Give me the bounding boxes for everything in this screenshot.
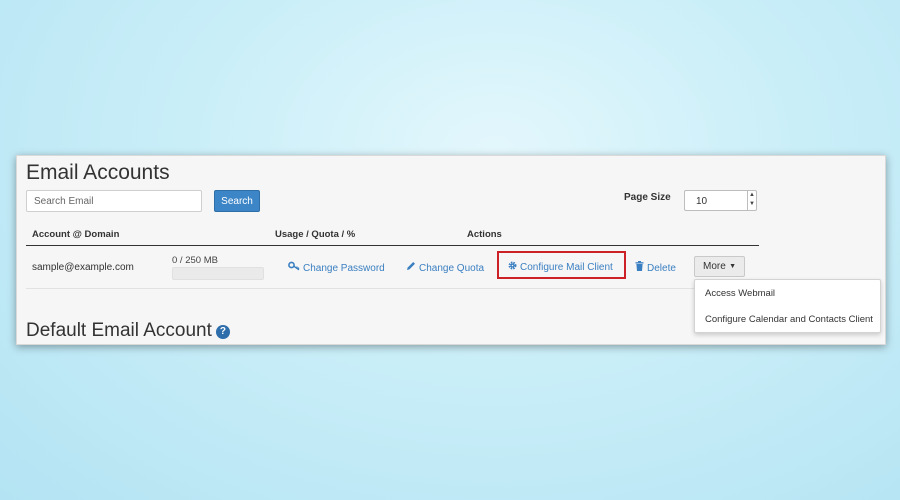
quota-progress-bar (172, 267, 264, 280)
more-dropdown-menu: Access Webmail Configure Calendar and Co… (694, 279, 881, 333)
page-size-select[interactable]: 10 ▲ ▼ (684, 190, 757, 211)
change-password-label: Change Password (303, 263, 385, 274)
row-divider (26, 288, 759, 289)
trash-icon (635, 261, 644, 274)
menu-item-configure-calendar-contacts[interactable]: Configure Calendar and Contacts Client (705, 314, 873, 325)
page-size-label: Page Size (624, 192, 671, 203)
key-icon (288, 261, 300, 274)
delete-link[interactable]: Delete (635, 261, 676, 274)
more-label: More (703, 261, 726, 272)
page-size-value: 10 (696, 196, 708, 207)
menu-item-access-webmail[interactable]: Access Webmail (705, 288, 775, 299)
email-accounts-panel: Email Accounts Search Page Size 10 ▲▼ Ac… (16, 155, 886, 345)
search-input[interactable] (26, 190, 202, 212)
account-email: sample@example.com (32, 262, 134, 273)
quota-text: 0 / 250 MB (172, 255, 218, 266)
search-button[interactable]: Search (214, 190, 260, 212)
column-header-usage[interactable]: Usage / Quota / % (275, 229, 355, 240)
page-title: Email Accounts (26, 161, 170, 184)
change-password-link[interactable]: Change Password (288, 261, 385, 274)
pencil-icon (406, 261, 416, 274)
header-divider (26, 245, 759, 246)
section-title: Default Email Account? (26, 320, 230, 342)
column-header-actions: Actions (467, 229, 502, 240)
highlight-box (497, 251, 626, 279)
more-dropdown-button[interactable]: More ▼ (694, 256, 745, 277)
section-title-text: Default Email Account (26, 320, 212, 341)
select-arrows-icon: ▲ ▼ (747, 191, 756, 210)
caret-down-icon: ▼ (729, 263, 736, 270)
column-header-account[interactable]: Account @ Domain (32, 229, 119, 240)
delete-label: Delete (647, 263, 676, 274)
change-quota-link[interactable]: Change Quota (406, 261, 484, 274)
question-circle-icon[interactable]: ? (215, 325, 230, 339)
change-quota-label: Change Quota (419, 263, 485, 274)
